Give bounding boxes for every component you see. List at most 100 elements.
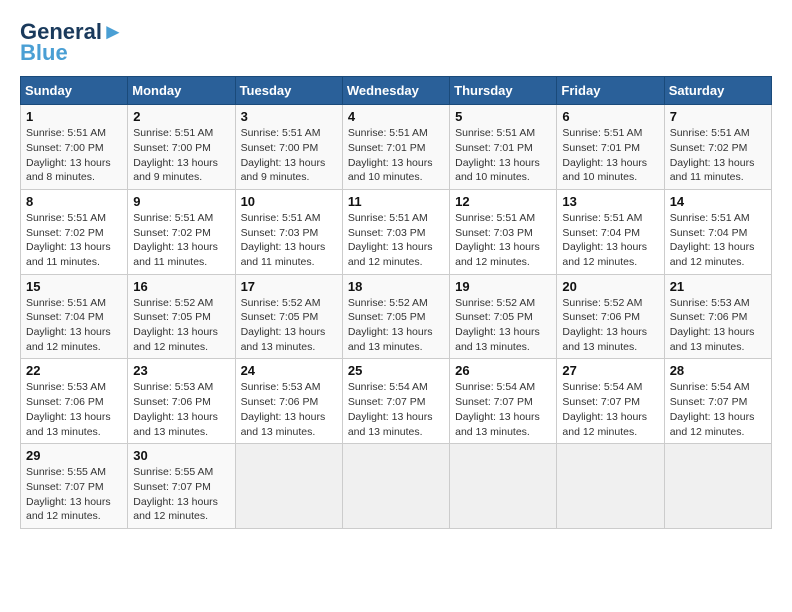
day-info: Sunrise: 5:54 AMSunset: 7:07 PMDaylight:… [670, 380, 766, 439]
calendar-day-24: 24Sunrise: 5:53 AMSunset: 7:06 PMDayligh… [235, 359, 342, 444]
day-number: 20 [562, 279, 658, 294]
calendar-day-7: 7 Sunrise: 5:51 AMSunset: 7:02 PMDaylight… [664, 105, 771, 190]
calendar-day-18: 18 Sunrise: 5:52 AMSunset: 7:05 PMDayligh… [342, 274, 449, 359]
day-info: Sunrise: 5:54 AMSunset: 7:07 PMDaylight:… [562, 380, 658, 439]
calendar-day-20: 20 Sunrise: 5:52 AMSunset: 7:06 PMDayligh… [557, 274, 664, 359]
day-info: Sunrise: 5:51 AMSunset: 7:03 PMDaylight:… [455, 211, 551, 270]
day-info: Sunrise: 5:55 AMSunset: 7:07 PMDaylight:… [26, 465, 122, 524]
calendar-day-1: 1Sunrise: 5:51 AMSunset: 7:00 PMDaylight… [21, 105, 128, 190]
calendar-day-27: 27Sunrise: 5:54 AMSunset: 7:07 PMDayligh… [557, 359, 664, 444]
day-number: 18 [348, 279, 444, 294]
calendar-day-21: 21 Sunrise: 5:53 AMSunset: 7:06 PMDayligh… [664, 274, 771, 359]
empty-cell [235, 444, 342, 529]
calendar-week-row: 22 Sunrise: 5:53 AMSunset: 7:06 PMDayligh… [21, 359, 772, 444]
calendar-week-row: 29 Sunrise: 5:55 AMSunset: 7:07 PMDayligh… [21, 444, 772, 529]
logo: General► Blue [20, 20, 124, 66]
calendar-day-23: 23 Sunrise: 5:53 AMSunset: 7:06 PMDayligh… [128, 359, 235, 444]
calendar-day-29: 29 Sunrise: 5:55 AMSunset: 7:07 PMDayligh… [21, 444, 128, 529]
day-number: 28 [670, 363, 766, 378]
calendar-day-26: 26 Sunrise: 5:54 AMSunset: 7:07 PMDayligh… [450, 359, 557, 444]
day-info: Sunrise: 5:51 AMSunset: 7:02 PMDaylight:… [133, 211, 229, 270]
day-number: 7 [670, 109, 766, 124]
day-info: Sunrise: 5:51 AMSunset: 7:01 PMDaylight:… [562, 126, 658, 185]
day-number: 16 [133, 279, 229, 294]
day-info: Sunrise: 5:51 AMSunset: 7:04 PMDaylight:… [562, 211, 658, 270]
day-info: Sunrise: 5:51 AMSunset: 7:02 PMDaylight:… [26, 211, 122, 270]
calendar-week-row: 15Sunrise: 5:51 AMSunset: 7:04 PMDayligh… [21, 274, 772, 359]
day-number: 14 [670, 194, 766, 209]
calendar-day-6: 6 Sunrise: 5:51 AMSunset: 7:01 PMDaylight… [557, 105, 664, 190]
day-number: 22 [26, 363, 122, 378]
calendar-day-30: 30 Sunrise: 5:55 AMSunset: 7:07 PMDayligh… [128, 444, 235, 529]
calendar-day-3: 3 Sunrise: 5:51 AMSunset: 7:00 PMDaylight… [235, 105, 342, 190]
day-info: Sunrise: 5:53 AMSunset: 7:06 PMDaylight:… [133, 380, 229, 439]
day-info: Sunrise: 5:51 AMSunset: 7:04 PMDaylight:… [26, 296, 122, 355]
day-number: 12 [455, 194, 551, 209]
day-number: 24 [241, 363, 337, 378]
weekday-header-row: SundayMondayTuesdayWednesdayThursdayFrid… [21, 77, 772, 105]
empty-cell [450, 444, 557, 529]
day-number: 5 [455, 109, 551, 124]
day-info: Sunrise: 5:55 AMSunset: 7:07 PMDaylight:… [133, 465, 229, 524]
day-number: 23 [133, 363, 229, 378]
calendar-day-17: 17Sunrise: 5:52 AMSunset: 7:05 PMDayligh… [235, 274, 342, 359]
empty-cell [342, 444, 449, 529]
day-number: 13 [562, 194, 658, 209]
day-number: 21 [670, 279, 766, 294]
day-info: Sunrise: 5:51 AMSunset: 7:00 PMDaylight:… [133, 126, 229, 185]
calendar-day-14: 14 Sunrise: 5:51 AMSunset: 7:04 PMDayligh… [664, 189, 771, 274]
weekday-header-saturday: Saturday [664, 77, 771, 105]
day-number: 11 [348, 194, 444, 209]
calendar-day-8: 8 Sunrise: 5:51 AMSunset: 7:02 PMDaylight… [21, 189, 128, 274]
page-header: General► Blue [20, 20, 772, 66]
day-number: 1 [26, 109, 122, 124]
calendar-day-16: 16 Sunrise: 5:52 AMSunset: 7:05 PMDayligh… [128, 274, 235, 359]
day-info: Sunrise: 5:53 AMSunset: 7:06 PMDaylight:… [670, 296, 766, 355]
calendar-day-15: 15Sunrise: 5:51 AMSunset: 7:04 PMDayligh… [21, 274, 128, 359]
day-info: Sunrise: 5:53 AMSunset: 7:06 PMDaylight:… [26, 380, 122, 439]
day-number: 19 [455, 279, 551, 294]
day-number: 6 [562, 109, 658, 124]
day-info: Sunrise: 5:51 AMSunset: 7:01 PMDaylight:… [455, 126, 551, 185]
day-info: Sunrise: 5:54 AMSunset: 7:07 PMDaylight:… [348, 380, 444, 439]
day-info: Sunrise: 5:51 AMSunset: 7:03 PMDaylight:… [241, 211, 337, 270]
day-info: Sunrise: 5:51 AMSunset: 7:01 PMDaylight:… [348, 126, 444, 185]
calendar-week-row: 8 Sunrise: 5:51 AMSunset: 7:02 PMDaylight… [21, 189, 772, 274]
day-info: Sunrise: 5:51 AMSunset: 7:04 PMDaylight:… [670, 211, 766, 270]
calendar-day-12: 12 Sunrise: 5:51 AMSunset: 7:03 PMDayligh… [450, 189, 557, 274]
calendar-day-28: 28 Sunrise: 5:54 AMSunset: 7:07 PMDayligh… [664, 359, 771, 444]
calendar-day-2: 2 Sunrise: 5:51 AMSunset: 7:00 PMDaylight… [128, 105, 235, 190]
day-info: Sunrise: 5:54 AMSunset: 7:07 PMDaylight:… [455, 380, 551, 439]
day-info: Sunrise: 5:51 AMSunset: 7:02 PMDaylight:… [670, 126, 766, 185]
day-info: Sunrise: 5:52 AMSunset: 7:05 PMDaylight:… [241, 296, 337, 355]
calendar-day-10: 10Sunrise: 5:51 AMSunset: 7:03 PMDayligh… [235, 189, 342, 274]
calendar-day-22: 22 Sunrise: 5:53 AMSunset: 7:06 PMDayligh… [21, 359, 128, 444]
calendar-day-25: 25Sunrise: 5:54 AMSunset: 7:07 PMDayligh… [342, 359, 449, 444]
weekday-header-thursday: Thursday [450, 77, 557, 105]
day-number: 3 [241, 109, 337, 124]
day-info: Sunrise: 5:52 AMSunset: 7:05 PMDaylight:… [455, 296, 551, 355]
day-info: Sunrise: 5:51 AMSunset: 7:03 PMDaylight:… [348, 211, 444, 270]
calendar-table: SundayMondayTuesdayWednesdayThursdayFrid… [20, 76, 772, 529]
day-number: 9 [133, 194, 229, 209]
empty-cell [557, 444, 664, 529]
day-number: 2 [133, 109, 229, 124]
day-number: 8 [26, 194, 122, 209]
weekday-header-friday: Friday [557, 77, 664, 105]
calendar-day-5: 5 Sunrise: 5:51 AMSunset: 7:01 PMDaylight… [450, 105, 557, 190]
calendar-day-4: 4 Sunrise: 5:51 AMSunset: 7:01 PMDaylight… [342, 105, 449, 190]
day-info: Sunrise: 5:52 AMSunset: 7:05 PMDaylight:… [133, 296, 229, 355]
calendar-day-19: 19 Sunrise: 5:52 AMSunset: 7:05 PMDayligh… [450, 274, 557, 359]
calendar-day-9: 9 Sunrise: 5:51 AMSunset: 7:02 PMDaylight… [128, 189, 235, 274]
day-number: 29 [26, 448, 122, 463]
calendar-day-11: 11 Sunrise: 5:51 AMSunset: 7:03 PMDayligh… [342, 189, 449, 274]
day-number: 30 [133, 448, 229, 463]
day-info: Sunrise: 5:51 AMSunset: 7:00 PMDaylight:… [241, 126, 337, 185]
day-number: 26 [455, 363, 551, 378]
day-info: Sunrise: 5:52 AMSunset: 7:05 PMDaylight:… [348, 296, 444, 355]
calendar-week-row: 1 Sunrise: 5:51 AMSunset: 7:00 PMDaylight… [21, 105, 772, 190]
day-info: Sunrise: 5:52 AMSunset: 7:06 PMDaylight:… [562, 296, 658, 355]
weekday-header-sunday: Sunday [21, 77, 128, 105]
day-number: 4 [348, 109, 444, 124]
weekday-header-monday: Monday [128, 77, 235, 105]
